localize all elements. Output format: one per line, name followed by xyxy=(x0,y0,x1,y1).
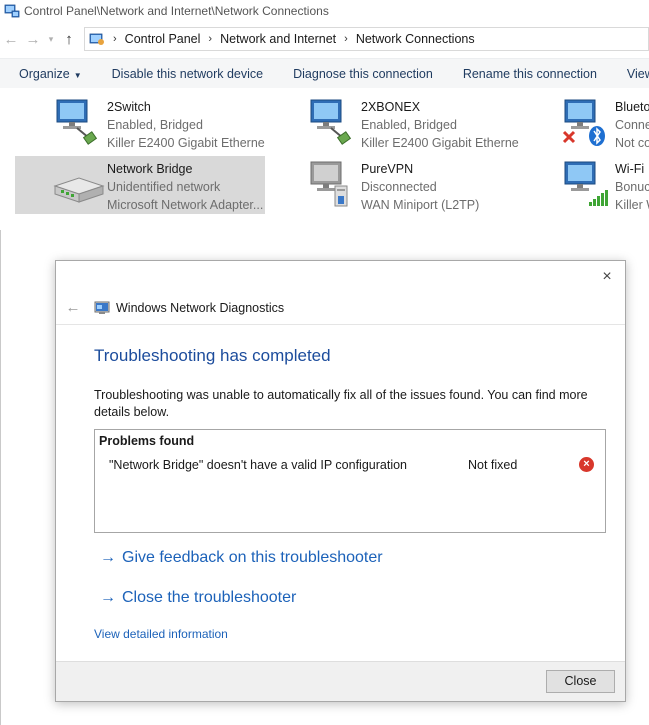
troubleshooting-heading: Troubleshooting has completed xyxy=(94,346,331,365)
window-border xyxy=(0,230,1,725)
breadcrumb-network-and-internet[interactable]: Network and Internet xyxy=(220,32,336,46)
network-connections-icon xyxy=(4,4,20,18)
problem-description: "Network Bridge" doesn't have a valid IP… xyxy=(109,458,408,472)
arrow-right-icon: → xyxy=(100,549,116,566)
organize-menu[interactable]: Organize ▼ xyxy=(0,67,97,81)
breadcrumb-separator-icon: › xyxy=(344,33,348,45)
close-troubleshooter-link[interactable]: → Close the troubleshooter xyxy=(100,589,296,607)
error-icon: × xyxy=(579,457,594,472)
window-title: Control Panel\Network and Internet\Netwo… xyxy=(24,4,329,18)
ethernet-adapter-icon xyxy=(310,99,352,145)
connection-name: 2XBONEX xyxy=(361,100,421,114)
command-bar: Organize ▼ Disable this network device Di… xyxy=(0,58,649,88)
close-button[interactable]: Close xyxy=(546,670,615,693)
breadcrumb-separator-icon: › xyxy=(208,33,213,45)
bluetooth-adapter-icon xyxy=(562,99,605,146)
breadcrumb-network-connections[interactable]: Network Connections xyxy=(356,32,475,46)
network-diagnostics-icon xyxy=(94,301,110,314)
wifi-adapter-icon xyxy=(564,161,608,206)
dialog-footer: Close xyxy=(56,661,625,701)
dropdown-caret-icon: ▼ xyxy=(73,70,82,80)
address-bar[interactable]: › Control Panel › Network and Internet ›… xyxy=(84,27,649,51)
arrow-right-icon: → xyxy=(100,589,116,606)
view-detailed-information-link[interactable]: View detailed information xyxy=(94,627,228,641)
problem-status: Not fixed xyxy=(468,458,518,472)
give-feedback-link[interactable]: → Give feedback on this troubleshooter xyxy=(100,549,383,567)
connection-name: Wi-Fi xyxy=(615,162,645,176)
connection-name: 2Switch xyxy=(107,100,151,114)
connection-item-purevpn[interactable]: PureVPN Disconnected WAN Miniport (L2TP) xyxy=(269,156,519,214)
ethernet-adapter-icon xyxy=(56,99,98,145)
connection-device: Killer E2400 Gigabit Etherne... xyxy=(361,136,519,150)
forward-arrow-icon[interactable]: → xyxy=(22,28,44,50)
window-title-bar: Control Panel\Network and Internet\Netwo… xyxy=(0,0,649,22)
connection-device: Killer W xyxy=(615,198,649,212)
problems-found-box: Problems found "Network Bridge" doesn't … xyxy=(94,429,606,533)
rename-connection-button[interactable]: Rename this connection xyxy=(448,67,612,81)
dialog-header: ← Windows Network Diagnostics xyxy=(56,291,625,325)
troubleshooting-message: Troubleshooting was unable to automatica… xyxy=(94,388,588,419)
connection-status: Conne xyxy=(615,118,649,132)
breadcrumb-control-panel[interactable]: Control Panel xyxy=(125,32,201,46)
back-arrow-icon[interactable]: ← xyxy=(0,28,22,50)
problems-found-header: Problems found xyxy=(99,434,195,448)
recent-locations-chevron-icon[interactable]: ▾ xyxy=(44,28,58,50)
disable-device-button[interactable]: Disable this network device xyxy=(97,67,278,81)
connection-device: WAN Miniport (L2TP) xyxy=(361,198,480,212)
connection-item-2xbonex[interactable]: 2XBONEX Enabled, Bridged Killer E2400 Gi… xyxy=(269,94,519,152)
close-icon[interactable]: × xyxy=(597,267,617,287)
vpn-adapter-icon xyxy=(310,161,348,207)
network-diagnostics-dialog: × ← Windows Network Diagnostics Troubles… xyxy=(55,260,626,702)
connection-name: Network Bridge xyxy=(107,162,193,176)
connection-device: Not co xyxy=(615,136,649,150)
connection-item-2switch[interactable]: 2Switch Enabled, Bridged Killer E2400 Gi… xyxy=(15,94,265,152)
up-arrow-icon[interactable]: ↑ xyxy=(58,28,80,50)
connection-name: Blueto xyxy=(615,100,649,114)
connection-status: Disconnected xyxy=(361,180,437,194)
view-status-button[interactable]: View stat xyxy=(612,67,649,81)
connection-name: PureVPN xyxy=(361,162,414,176)
connection-device: Microsoft Network Adapter... xyxy=(107,198,264,212)
connection-status: Enabled, Bridged xyxy=(361,118,457,132)
connection-status: Unidentified network xyxy=(107,180,221,194)
breadcrumb-separator-icon: › xyxy=(113,33,117,45)
connection-item-bluetooth[interactable]: Blueto Conne Not co xyxy=(523,94,649,152)
network-bridge-icon xyxy=(53,177,105,203)
diagnose-connection-button[interactable]: Diagnose this connection xyxy=(278,67,448,81)
control-panel-icon xyxy=(89,33,104,45)
connection-item-wifi[interactable]: Wi-Fi Bonucl Killer W xyxy=(523,156,649,214)
connection-status: Enabled, Bridged xyxy=(107,118,203,132)
connection-device: Killer E2400 Gigabit Etherne... xyxy=(107,136,265,150)
navigation-row: ← → ▾ ↑ › Control Panel › Network and In… xyxy=(0,26,649,52)
dialog-title: Windows Network Diagnostics xyxy=(116,300,285,315)
connection-item-network-bridge[interactable]: Network Bridge Unidentified network Micr… xyxy=(15,156,265,214)
connection-status: Bonucl xyxy=(615,180,649,194)
back-arrow-icon[interactable]: ← xyxy=(60,299,86,316)
